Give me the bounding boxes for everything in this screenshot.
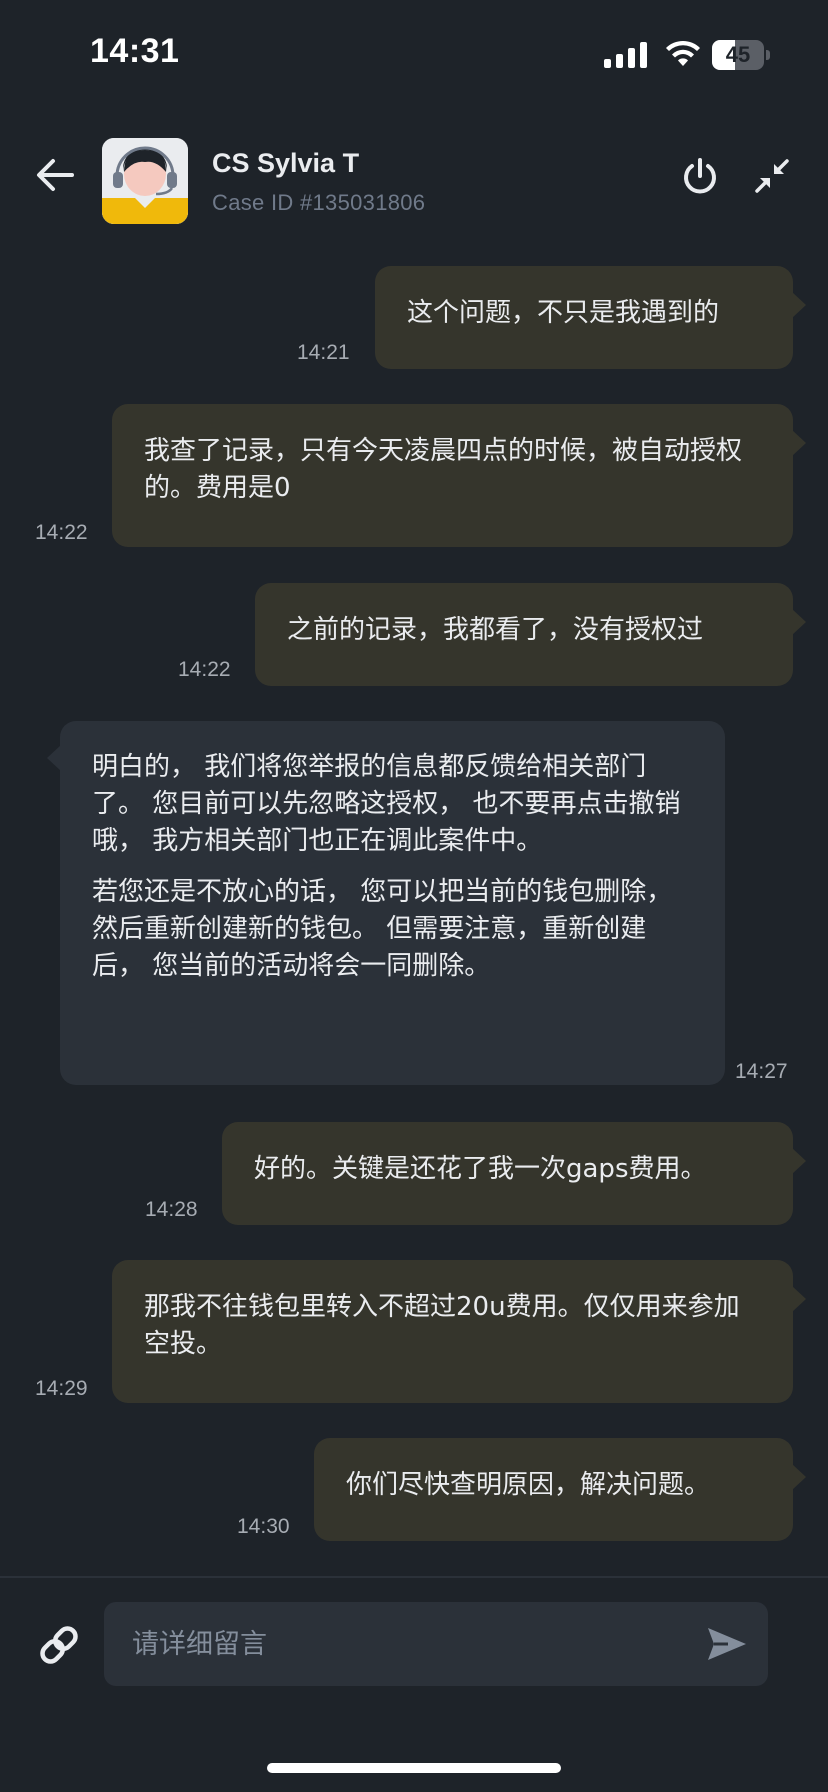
wifi-icon xyxy=(666,40,700,66)
user-message-bubble: 你们尽快查明原因，解决问题。 xyxy=(314,1438,806,1541)
home-indicator xyxy=(267,1763,561,1773)
message-text: 这个问题，不只是我遇到的 xyxy=(407,298,720,328)
status-time: 14:31 xyxy=(90,32,180,70)
message-text: 我查了记录，只有今天凌晨四点的时候，被自动授权的。费用是0 xyxy=(144,436,743,503)
message-timestamp: 14:27 xyxy=(735,1060,788,1083)
user-message-bubble: 之前的记录，我都看了，没有授权过 xyxy=(255,583,806,686)
message-timestamp: 14:29 xyxy=(35,1377,88,1400)
message-timestamp: 14:30 xyxy=(237,1515,290,1538)
message-text: 你们尽快查明原因，解决问题。 xyxy=(346,1470,711,1500)
power-icon[interactable] xyxy=(680,156,720,196)
chat-header: CS Sylvia T Case ID #135031806 xyxy=(0,120,828,230)
user-message-bubble: 那我不往钱包里转入不超过20u费用。仅仅用来参加空投。 xyxy=(112,1260,806,1403)
case-id: Case ID #135031806 xyxy=(212,190,426,215)
message-timestamp: 14:21 xyxy=(297,341,350,364)
message-timestamp: 14:22 xyxy=(178,658,231,681)
message-paragraph: 明白的， 我们将您举报的信息都反馈给相关部门了。 您目前可以先忽略这授权， 也不… xyxy=(92,752,681,856)
message-timestamp: 14:22 xyxy=(35,521,88,544)
composer-divider xyxy=(0,1576,828,1578)
user-message-bubble: 好的。关键是还花了我一次gaps费用。 xyxy=(222,1122,806,1225)
message-input[interactable] xyxy=(104,1602,768,1686)
user-message-bubble: 我查了记录，只有今天凌晨四点的时候，被自动授权的。费用是0 xyxy=(112,404,806,547)
cellular-signal-icon xyxy=(604,42,647,68)
message-text: 那我不往钱包里转入不超过20u费用。仅仅用来参加空投。 xyxy=(144,1292,740,1359)
send-icon[interactable] xyxy=(706,1626,748,1662)
back-arrow-icon[interactable] xyxy=(36,158,74,192)
agent-message-bubble: 明白的， 我们将您举报的信息都反馈给相关部门了。 您目前可以先忽略这授权， 也不… xyxy=(47,721,725,1085)
battery-body: 45 xyxy=(712,40,764,70)
message-paragraph: 若您还是不放心的话， 您可以把当前的钱包删除， 然后重新创建新的钱包。 但需要注… xyxy=(92,877,673,981)
message-timestamp: 14:28 xyxy=(145,1198,198,1221)
agent-name: CS Sylvia T xyxy=(212,148,360,178)
support-agent-avatar-icon xyxy=(102,138,188,224)
user-message-bubble: 这个问题，不只是我遇到的 xyxy=(375,266,806,369)
message-text: 之前的记录，我都看了，没有授权过 xyxy=(287,615,704,645)
minimize-arrows-icon[interactable] xyxy=(754,158,790,194)
battery-level: 45 xyxy=(725,42,751,67)
message-text: 好的。关键是还花了我一次gaps费用。 xyxy=(254,1154,707,1184)
agent-avatar xyxy=(102,138,188,224)
battery-tip xyxy=(766,50,770,60)
link-icon[interactable] xyxy=(38,1624,80,1666)
battery-indicator: 45 xyxy=(712,40,770,70)
status-bar: 14:31 45 xyxy=(0,0,828,110)
